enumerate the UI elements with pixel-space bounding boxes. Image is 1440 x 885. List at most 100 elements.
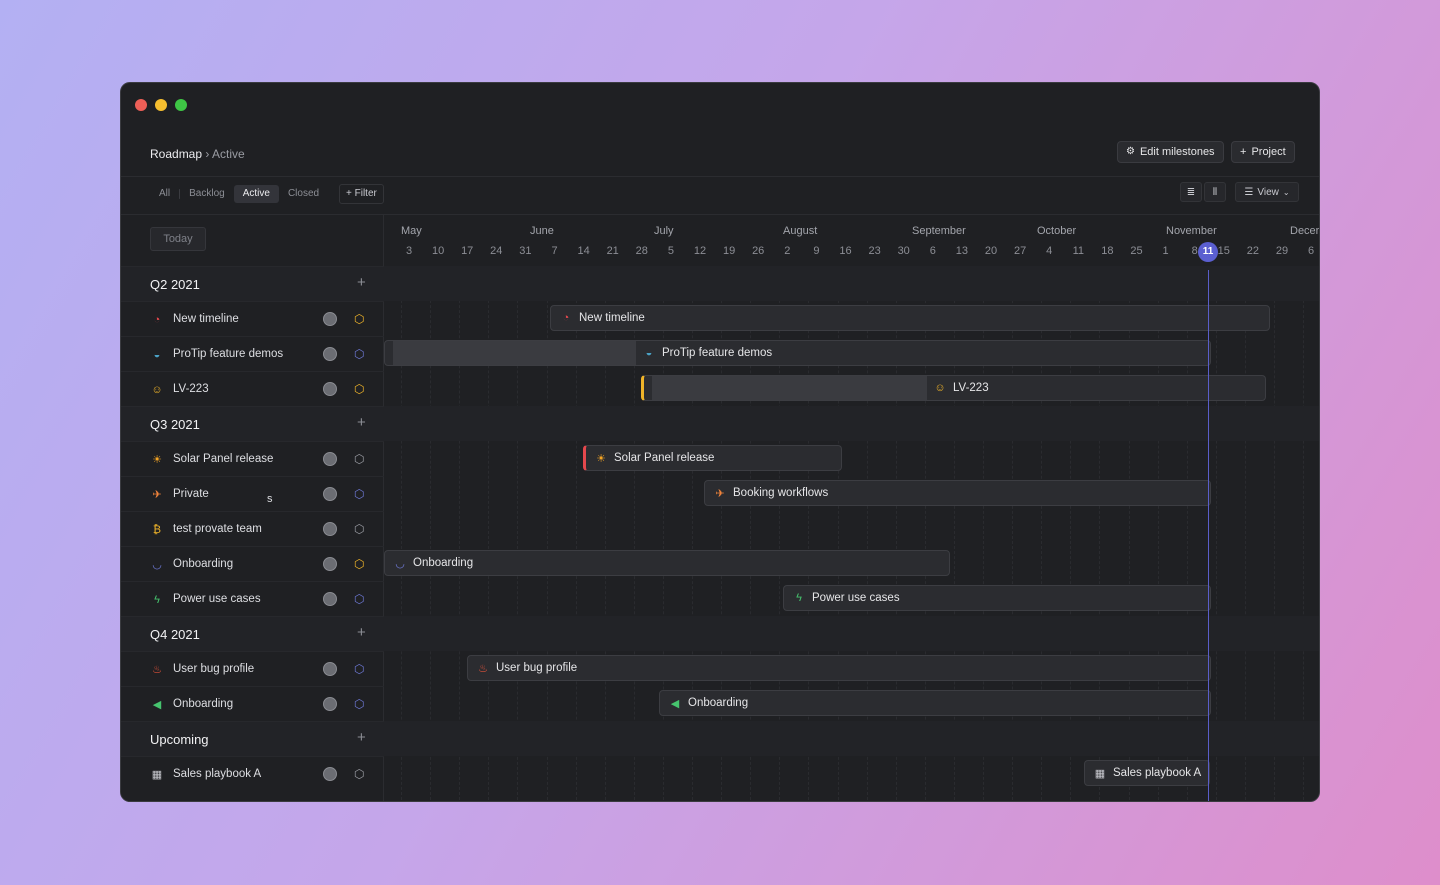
status-tabs: All Backlog Active Closed [150,184,328,204]
project-row[interactable]: ☺ LV-223 ⬡ [121,371,384,406]
today-marker: 11 [1198,242,1218,262]
group-header: Q2 2021 + [121,266,384,301]
project-row[interactable]: ◒ ProTip feature demos ⬡ [121,336,384,371]
minimize-window-button[interactable] [155,99,167,111]
avatar[interactable] [323,557,337,571]
day-label: 2 [784,245,790,257]
avatar[interactable] [323,452,337,466]
project-row[interactable]: ₿ test provate team ⬡ [121,511,384,546]
list-view-button[interactable]: ≣ [1180,182,1202,202]
tab-all[interactable]: All [150,185,179,203]
status-hexagon-icon[interactable]: ⬡ [354,592,364,606]
status-hexagon-icon[interactable]: ⬡ [354,767,364,781]
project-row[interactable]: ▦ Sales playbook A ⬡ [121,756,384,791]
page-header: Roadmap › Active ⚙ Edit milestones + Pro… [121,137,1319,177]
avatar[interactable] [323,767,337,781]
timeline-view-button[interactable]: ⫴ [1204,182,1226,202]
smile-icon: ☺ [933,382,947,394]
bar-label: Onboarding [688,697,748,709]
sun-icon: ☀ [594,452,608,465]
timeline-bar[interactable]: ♨ User bug profile [467,655,1211,681]
avatar[interactable] [323,382,337,396]
day-label: 21 [607,245,619,257]
maximize-window-button[interactable] [175,99,187,111]
status-hexagon-icon[interactable]: ⬡ [354,487,364,501]
timeline-bar[interactable]: ☀ Solar Panel release [583,445,842,471]
day-label: 19 [723,245,735,257]
status-hexagon-icon[interactable]: ⬡ [354,557,364,571]
status-hexagon-icon[interactable]: ⬡ [354,452,364,466]
status-hexagon-icon[interactable]: ⬡ [354,312,364,326]
timeline-bar[interactable]: ▦ Sales playbook A [1084,760,1210,786]
avatar[interactable] [323,592,337,606]
group-name: Q3 2021 [150,417,200,432]
project-name: ProTip feature demos [173,348,283,360]
timeline-bar[interactable]: ◒ ProTip feature demos [384,340,1211,366]
edit-milestones-button[interactable]: ⚙ Edit milestones [1117,141,1224,163]
close-window-button[interactable] [135,99,147,111]
plus-icon: + [346,188,352,199]
project-name-extra: s [267,493,273,505]
project-row[interactable]: ◡ Onboarding ⬡ [121,546,384,581]
project-name: Onboarding [173,558,233,570]
project-row[interactable]: ◀ Onboarding ⬡ [121,686,384,721]
add-project-button[interactable]: + [357,274,366,291]
project-row[interactable]: ϟ Power use cases ⬡ [121,581,384,616]
timeline-bar[interactable]: ◔ New timeline [550,305,1270,331]
plus-icon: + [1240,142,1246,162]
status-hexagon-icon[interactable]: ⬡ [354,382,364,396]
plane-icon: ✈ [150,488,164,502]
view-dropdown[interactable]: ☰ View ⌄ [1235,182,1299,202]
timeline-bar[interactable]: ◀ Onboarding [659,690,1211,716]
avatar[interactable] [323,312,337,326]
day-label: 22 [1247,245,1259,257]
timeline-group-row [384,406,1320,441]
avatar[interactable] [323,662,337,676]
status-hexagon-icon[interactable]: ⬡ [354,697,364,711]
project-row[interactable]: ☀ Solar Panel release ⬡ [121,441,384,476]
new-project-button[interactable]: + Project [1231,141,1295,163]
add-project-button[interactable]: + [357,624,366,641]
filter-button[interactable]: + Filter [339,184,384,204]
project-row[interactable]: ♨ User bug profile ⬡ [121,651,384,686]
day-label: 12 [694,245,706,257]
status-hexagon-icon[interactable]: ⬡ [354,347,364,361]
bar-label: Sales playbook A [1113,767,1201,779]
breadcrumb-root[interactable]: Roadmap [150,147,202,161]
group-header: Q4 2021 + [121,616,384,651]
tab-backlog[interactable]: Backlog [180,185,234,203]
timeline-bar[interactable]: ☺ LV-223 [641,375,1266,401]
status-hexagon-icon[interactable]: ⬡ [354,662,364,676]
add-project-button[interactable]: + [357,729,366,746]
bar-label: Onboarding [413,557,473,569]
day-label: 18 [1101,245,1113,257]
add-project-button[interactable]: + [357,414,366,431]
status-hexagon-icon[interactable]: ⬡ [354,522,364,536]
day-label: 20 [985,245,997,257]
day-label: 11 [1073,245,1084,257]
tab-closed[interactable]: Closed [279,185,328,203]
day-label: 6 [930,245,936,257]
today-marker-line [1208,270,1209,802]
avatar[interactable] [323,522,337,536]
hat-icon: ◡ [393,557,407,570]
avatar[interactable] [323,487,337,501]
timeline-bar[interactable]: ◡ Onboarding [384,550,950,576]
grid-icon: ▦ [1093,767,1107,780]
project-list: Today Q2 2021 +◔ New timeline ⬡◒ ProTip … [121,215,384,802]
timeline-bar[interactable]: ϟ Power use cases [783,585,1211,611]
project-row[interactable]: ✈ Private s ⬡ [121,476,384,511]
project-row[interactable]: ◔ New timeline ⬡ [121,301,384,336]
day-label: 28 [636,245,648,257]
timeline-bar[interactable]: ✈ Booking workflows [704,480,1211,506]
avatar[interactable] [323,697,337,711]
tab-active[interactable]: Active [234,185,279,203]
day-label: 23 [868,245,880,257]
new-project-label: Project [1251,142,1285,162]
day-label: 29 [1276,245,1288,257]
group-name: Q4 2021 [150,627,200,642]
today-button[interactable]: Today [150,227,206,251]
day-label: 6 [1308,245,1314,257]
day-label: 16 [839,245,851,257]
avatar[interactable] [323,347,337,361]
